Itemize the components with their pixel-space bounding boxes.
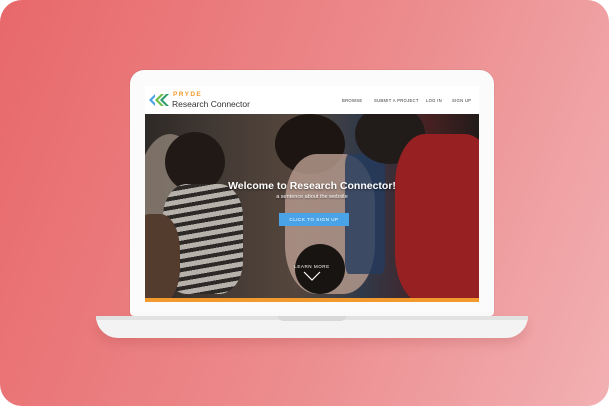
site-header: PRYDE Research Connector BROWSE SUBMIT A… (145, 86, 479, 114)
accent-bar (145, 298, 479, 302)
brand-name-bottom[interactable]: Research Connector (172, 99, 250, 109)
pryde-logo-icon[interactable] (149, 92, 171, 108)
laptop-notch (278, 316, 346, 321)
nav-log-in[interactable]: LOG IN (426, 86, 442, 114)
nav-browse[interactable]: BROWSE (342, 86, 362, 114)
learn-more-link[interactable]: LEARN MORE (145, 264, 479, 269)
hero-banner: Welcome to Research Connector! a sentenc… (145, 114, 479, 298)
laptop-screen: PRYDE Research Connector BROWSE SUBMIT A… (145, 86, 479, 302)
brand-name-top[interactable]: PRYDE (173, 91, 202, 98)
mockup-background: PRYDE Research Connector BROWSE SUBMIT A… (0, 0, 609, 406)
nav-sign-up[interactable]: SIGN UP (452, 86, 471, 114)
chevron-down-icon[interactable] (303, 271, 321, 281)
nav-submit-project[interactable]: SUBMIT A PROJECT (374, 86, 419, 114)
hero-title: Welcome to Research Connector! (228, 180, 396, 192)
hero-subtitle: a sentence about the website (276, 194, 348, 200)
sign-up-button[interactable]: CLICK TO SIGN UP (279, 213, 349, 226)
